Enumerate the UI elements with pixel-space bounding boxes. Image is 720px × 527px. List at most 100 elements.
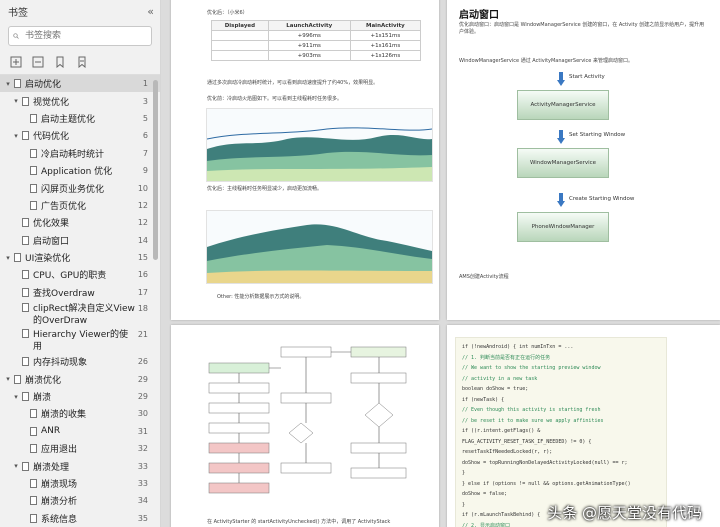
launch-time-table: Displayed LaunchActivity MainActivity +9… <box>211 20 422 61</box>
caret-down-icon[interactable]: ▾ <box>4 375 12 383</box>
bookmark-page-icon <box>30 479 37 488</box>
expand-all-icon[interactable] <box>10 56 22 68</box>
paragraph: WindowManagerService 通过 ActivityManagerS… <box>459 58 633 64</box>
paragraph: 通过多次启动冷启动耗时统计，可以看到启动速度提升了约40%，效果明显。 <box>207 80 379 86</box>
document-view[interactable]: 优化后：（小米6） Displayed LaunchActivity MainA… <box>161 0 720 527</box>
paragraph: 优化前：冷启动火焰图如下。可以看到主线程耗时任务很多。 <box>207 96 343 102</box>
bookmark-item[interactable]: 启动主题优化 5 <box>0 110 160 127</box>
bookmark-item[interactable]: 系统信息 35 <box>0 510 160 527</box>
bookmark-page-number: 26 <box>137 357 148 367</box>
bookmark-page-number: 1 <box>142 79 148 89</box>
search-icon <box>13 33 19 39</box>
sidebar-title: 书签 <box>8 7 28 19</box>
bookmark-item[interactable]: ▾ 视觉优化 3 <box>0 92 160 109</box>
figure-caption: AMS创建Activity流程 <box>459 274 509 280</box>
bookmark-page-number: 12 <box>137 218 148 228</box>
bookmark-item[interactable]: ANR 31 <box>0 423 160 440</box>
bookmark-item[interactable]: 启动窗口 14 <box>0 232 160 249</box>
paragraph: 优化启动窗口：启动窗口是 WindowManagerService 创建的窗口，… <box>459 22 705 35</box>
bookmark-item[interactable]: ▾ 崩溃 29 <box>0 388 160 405</box>
bookmark-page-icon <box>30 166 37 176</box>
bookmark-item[interactable]: 闪屏页业务优化 10 <box>0 179 160 196</box>
caret-down-icon[interactable]: ▾ <box>12 132 20 140</box>
code-line: // Even though this activity is starting… <box>462 407 601 413</box>
bookmark-page-number: 32 <box>137 444 148 454</box>
code-line: } <box>462 470 466 476</box>
flame-chart-graphic <box>206 127 433 181</box>
caret-down-icon[interactable]: ▾ <box>12 97 20 105</box>
bookmark-page-number: 33 <box>137 479 148 488</box>
bookmark-page-number: 10 <box>137 183 148 193</box>
bookmark-item[interactable]: ▾ 启动优化 1 <box>0 75 160 93</box>
flame-chart-after <box>206 210 433 284</box>
caret-down-icon[interactable]: ▾ <box>4 80 12 88</box>
code-line: boolean doShow = true; <box>462 386 529 392</box>
bookmark-page-number: 7 <box>142 148 148 158</box>
bookmark-page-number: 17 <box>137 287 148 297</box>
add-bookmark-icon[interactable] <box>54 56 66 68</box>
watermark-text: 头条 @愿天堂没有代码 <box>547 504 702 522</box>
bookmark-item[interactable]: clipRect解决自定义View的OverDraw 18 <box>0 301 160 327</box>
bookmark-page-number: 14 <box>137 235 148 245</box>
bookmark-page-number: 34 <box>137 496 148 506</box>
bookmark-item[interactable]: 崩溃分析 34 <box>0 492 160 509</box>
bookmark-item[interactable]: ▾ 崩溃处理 33 <box>0 457 160 474</box>
flame-chart-before <box>206 108 433 182</box>
table-header: Displayed <box>211 20 269 31</box>
bookmark-search-box[interactable] <box>8 26 152 46</box>
bookmark-page-number: 33 <box>137 461 148 471</box>
bookmark-item[interactable]: 崩溃的收集 30 <box>0 405 160 422</box>
bookmark-page-icon <box>22 96 29 106</box>
bookmark-item[interactable]: Application 优化 9 <box>0 162 160 179</box>
collapse-sidebar-icon[interactable]: « <box>147 5 154 18</box>
code-block: if (!newAndroid) { int numInTxn = ... // … <box>455 337 667 527</box>
bookmark-sidebar: 书签 « ▾ 启动优化 1 ▾ 视觉优化 3 启动主题优化5 ▾ 代码优化 6 冷启动耗时统计7Ap… <box>0 0 161 527</box>
code-line: doShow = false; <box>462 491 508 497</box>
flow-box-pwm: PhoneWindowManager <box>517 212 609 242</box>
bookmark-item[interactable]: ▾ UI渲染优化 15 <box>0 249 160 266</box>
bookmark-item[interactable]: ▾ 崩溃优化 29 <box>0 370 160 387</box>
bookmark-item[interactable]: 查找Overdraw 17 <box>0 284 160 301</box>
bookmark-item[interactable]: 应用退出 32 <box>0 440 160 457</box>
table-row: +903ms +1s126ms <box>211 50 422 61</box>
bookmark-page-number: 30 <box>137 409 148 419</box>
code-line: FLAG_ACTIVITY_RESET_TASK_IF_NEEDED) != 0… <box>462 438 592 445</box>
bookmark-page-number: 21 <box>137 330 148 340</box>
bookmark-item[interactable]: CPU、GPU的职责 16 <box>0 266 160 283</box>
delete-bookmark-icon[interactable] <box>76 56 88 68</box>
caret-down-icon[interactable]: ▾ <box>12 462 20 470</box>
table-header: LaunchActivity <box>267 20 351 31</box>
page-top-left: 优化后：（小米6） Displayed LaunchActivity MainA… <box>171 0 439 320</box>
sidebar-scrollbar-thumb[interactable] <box>153 80 158 260</box>
bookmark-page-number: 29 <box>137 392 148 402</box>
flow-label: Create Starting Window <box>569 196 635 202</box>
collapse-all-icon[interactable] <box>32 56 44 68</box>
caret-down-icon[interactable]: ▾ <box>12 393 20 401</box>
bookmark-page-icon <box>30 409 37 419</box>
arrow-down-icon <box>557 130 565 144</box>
page-bottom-right: if (!newAndroid) { int numInTxn = ... // … <box>447 325 720 527</box>
code-line: // 1. 判断当前是否有正在运行的任务 <box>462 354 551 361</box>
bookmark-item[interactable]: 广告页优化 12 <box>0 197 160 214</box>
code-line: if ((r.intent.getFlags() & <box>462 428 541 434</box>
bookmark-page-icon <box>22 461 29 471</box>
bookmark-page-number: 3 <box>142 96 148 106</box>
bookmark-page-icon <box>14 79 21 89</box>
bookmark-label: 代码优化 <box>33 132 70 143</box>
code-line: // be reset it to make sure we apply aff… <box>462 417 604 424</box>
bookmark-page-number: 12 <box>137 200 148 210</box>
caret-down-icon[interactable]: ▾ <box>4 254 12 262</box>
bookmark-page-icon <box>22 303 29 313</box>
bookmark-item[interactable]: 优化效果 12 <box>0 214 160 231</box>
bookmark-search-input[interactable] <box>23 30 147 42</box>
bookmark-item[interactable]: Hierarchy Viewer的使用 21 <box>0 327 160 353</box>
activity-flow-diagram <box>208 346 407 494</box>
bookmark-item[interactable]: ▾ 代码优化 6 <box>0 127 160 144</box>
bookmark-page-icon <box>30 183 37 193</box>
bookmark-item[interactable]: 冷启动耗时统计 7 <box>0 145 160 162</box>
bookmark-page-number: 16 <box>137 270 148 280</box>
bookmark-item[interactable]: 崩溃现场 33 <box>0 475 160 492</box>
bookmark-page-icon <box>30 200 37 210</box>
bookmark-page-icon <box>22 329 29 339</box>
bookmark-item[interactable]: 内存抖动现象 26 <box>0 353 160 370</box>
